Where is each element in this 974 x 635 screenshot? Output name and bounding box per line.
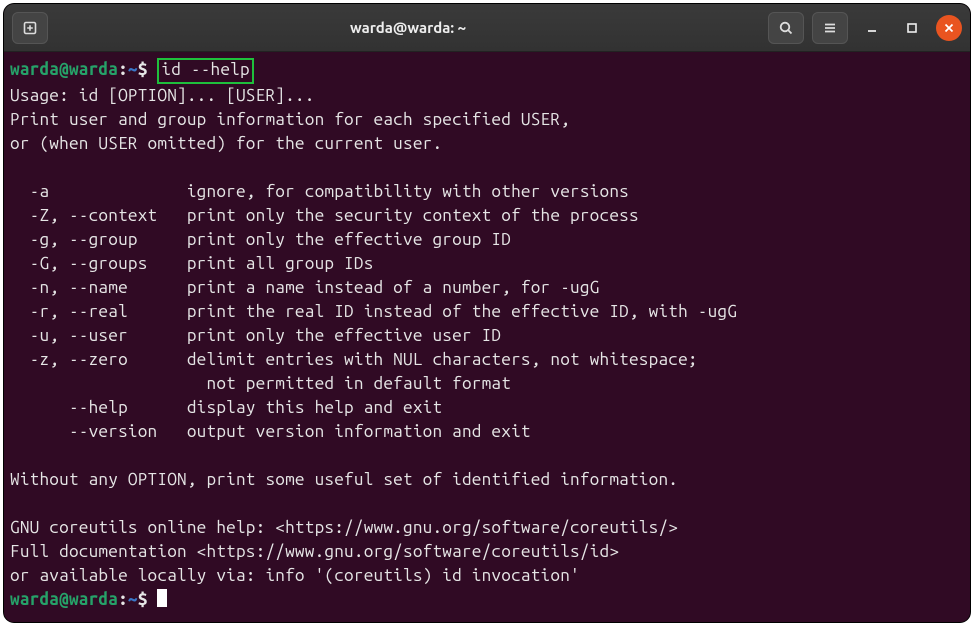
prompt-userhost: warda@warda [10,590,118,609]
new-tab-button[interactable] [12,12,48,44]
minimize-button[interactable] [856,14,888,42]
close-icon [943,22,955,34]
output-line: -g, --group print only the effective gro… [10,230,511,249]
output-line: -z, --zero delimit entries with NUL char… [10,350,698,369]
output-line: -G, --groups print all group IDs [10,254,374,273]
output-line: -Z, --context print only the security co… [10,206,639,225]
terminal-window: warda@warda: ~ [4,4,970,622]
prompt-dollar: $ [138,60,148,79]
maximize-button[interactable] [896,14,928,42]
terminal-cursor [157,589,167,607]
search-button[interactable] [768,12,804,44]
output-line: GNU coreutils online help: <https://www.… [10,518,678,537]
output-line: --version output version information and… [10,422,531,441]
output-line: Usage: id [OPTION]... [USER]... [10,86,315,105]
prompt-path: ~ [128,60,138,79]
window-title: warda@warda: ~ [56,19,760,36]
prompt-path: ~ [128,590,138,609]
output-line: Full documentation <https://www.gnu.org/… [10,542,619,561]
minimize-icon [865,21,879,35]
titlebar: warda@warda: ~ [4,4,970,52]
output-line: -u, --user print only the effective user… [10,326,501,345]
output-line: -a ignore, for compatibility with other … [10,182,629,201]
output-line: or available locally via: info '(coreuti… [10,566,580,585]
search-icon [778,20,794,36]
terminal-body[interactable]: warda@warda:~$ id --help Usage: id [OPTI… [4,52,970,622]
titlebar-right-controls [768,12,962,44]
hamburger-icon [822,20,838,36]
prompt-sep: : [118,60,128,79]
output-line: -r, --real print the real ID instead of … [10,302,737,321]
output-line: Without any OPTION, print some useful se… [10,470,678,489]
maximize-icon [905,21,919,35]
prompt-sep: : [118,590,128,609]
output-line: not permitted in default format [10,374,511,393]
menu-button[interactable] [812,12,848,44]
output-line: or (when USER omitted) for the current u… [10,134,442,153]
output-line: --help display this help and exit [10,398,442,417]
output-line: -n, --name print a name instead of a num… [10,278,600,297]
prompt-dollar: $ [138,590,148,609]
close-button[interactable] [936,15,962,41]
prompt-userhost: warda@warda [10,60,118,79]
output-line: Print user and group information for eac… [10,110,570,129]
new-tab-icon [22,20,38,36]
highlighted-command: id --help [157,58,253,84]
